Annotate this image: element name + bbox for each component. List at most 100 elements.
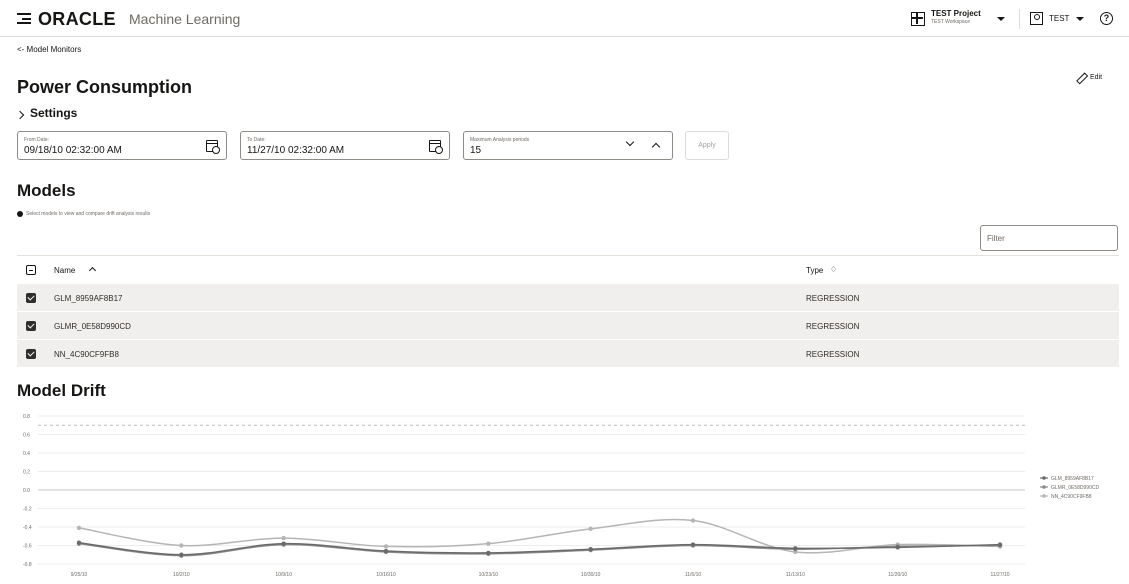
data-point	[793, 546, 798, 551]
data-point	[690, 542, 696, 547]
x-tick-label: 11/6/10	[685, 572, 702, 578]
y-tick-label: -0.8	[23, 562, 32, 568]
edit-button[interactable]: Edit	[1075, 70, 1102, 84]
info-icon	[17, 211, 23, 217]
model-type: REGRESSION	[806, 350, 860, 359]
legend-label: NN_4C90CF9FB8	[1051, 494, 1092, 500]
table-row[interactable]: NN_4C90CF9FB8 REGRESSION	[17, 339, 1119, 367]
workspace-name[interactable]: TEST Workspace	[931, 19, 970, 25]
app-name: Machine Learning	[129, 11, 241, 27]
data-point	[383, 548, 389, 554]
data-point	[997, 542, 1003, 547]
calendar-icon[interactable]	[429, 140, 443, 154]
data-point	[281, 535, 286, 541]
apply-button[interactable]: Apply	[685, 131, 729, 160]
edit-label: Edit	[1090, 73, 1103, 81]
legend-marker	[1042, 476, 1046, 480]
x-tick-label: 11/13/10	[786, 572, 805, 578]
chevron-down-icon[interactable]	[625, 137, 635, 147]
row-checkbox[interactable]	[26, 293, 36, 303]
table-header: Name Type ♢	[17, 255, 1119, 283]
data-point	[179, 543, 184, 548]
models-info: Select models to view and compare drift …	[17, 211, 150, 217]
data-point	[383, 544, 389, 549]
legend-label: GLM_8959AF8B17	[1051, 476, 1094, 482]
project-dropdown-chevron-icon[interactable]	[997, 17, 1005, 21]
data-point	[179, 552, 184, 557]
x-tick-label: 9/25/10	[71, 572, 88, 578]
y-tick-label: -0.2	[23, 507, 32, 513]
models-heading: Models	[17, 181, 76, 200]
legend-marker	[1042, 485, 1046, 489]
y-tick-label: 0.0	[23, 488, 30, 494]
settings-label: Settings	[30, 106, 78, 120]
row-checkbox[interactable]	[26, 321, 36, 331]
column-header-name[interactable]: Name	[54, 266, 75, 275]
max-periods-value[interactable]: 15	[470, 145, 481, 156]
x-tick-label: 10/16/10	[376, 572, 396, 578]
user-name[interactable]: TEST	[1049, 14, 1069, 23]
data-point	[76, 525, 82, 531]
to-date-label: To Date:	[247, 137, 266, 143]
table-row[interactable]: GLMR_0E58D990CD REGRESSION	[17, 311, 1119, 339]
y-tick-label: 0.2	[23, 470, 30, 476]
y-tick-label: -0.4	[23, 525, 32, 531]
max-periods-label: Maximum Analysis periods	[470, 137, 530, 143]
breadcrumb[interactable]: <- Model Monitors	[17, 45, 81, 54]
data-point	[588, 547, 593, 552]
settings-toggle[interactable]: Settings	[15, 106, 78, 120]
from-date-field[interactable]: From Date: 09/18/10 02:32:00 AM	[17, 131, 227, 160]
table-row[interactable]: GLM_8959AF8B17 REGRESSION	[17, 283, 1119, 311]
x-tick-label: 10/23/10	[479, 572, 499, 578]
data-point	[588, 526, 593, 532]
model-type: REGRESSION	[806, 322, 860, 331]
data-point	[486, 550, 491, 556]
model-name: NN_4C90CF9FB8	[54, 350, 119, 359]
page-title: Power Consumption	[17, 77, 192, 97]
x-tick-label: 10/9/10	[275, 572, 292, 578]
model-drift-heading: Model Drift	[17, 381, 106, 400]
model-drift-chart: 0.8 0.6 0.4 0.2 0.0 -0.2 -0.4 -0.6 -0.8 9/25/10 10…	[23, 414, 1099, 578]
y-tick-label: 0.8	[23, 414, 30, 420]
project-grid-icon[interactable]	[911, 12, 925, 26]
to-date-field[interactable]: To Date: 11/27/10 02:32:00 AM	[240, 131, 450, 160]
x-tick-label: 11/27/10	[990, 572, 1009, 578]
model-type: REGRESSION	[806, 294, 860, 303]
model-name: GLMR_0E58D990CD	[54, 322, 131, 331]
legend-label: GLMR_0E58D990CD	[1051, 485, 1099, 491]
header-divider	[1019, 9, 1020, 29]
row-checkbox[interactable]	[26, 349, 36, 359]
data-point	[486, 541, 491, 546]
legend-marker	[1042, 494, 1046, 498]
sort-icon[interactable]: ♢	[830, 265, 837, 274]
pencil-icon	[1075, 72, 1085, 82]
model-name: GLM_8959AF8B17	[54, 294, 123, 303]
x-tick-label: 10/2/10	[173, 572, 190, 578]
data-point	[895, 545, 900, 550]
max-periods-field[interactable]: Maximum Analysis periods 15	[463, 131, 673, 160]
x-tick-label: 11/20/10	[888, 572, 907, 578]
y-tick-label: 0.4	[23, 451, 30, 457]
calendar-icon[interactable]	[206, 140, 220, 154]
user-dropdown-chevron-icon[interactable]	[1076, 17, 1084, 21]
sort-ascending-icon[interactable]	[88, 266, 97, 275]
data-point	[281, 541, 286, 546]
y-tick-label: 0.6	[23, 433, 30, 439]
y-tick-label: -0.6	[23, 544, 32, 550]
models-info-text: Select models to view and compare drift …	[26, 211, 151, 217]
menu-icon[interactable]	[17, 13, 31, 24]
chevron-right-icon	[15, 110, 25, 119]
oracle-logo: ORACLE	[38, 9, 116, 29]
app-header: ORACLE Machine Learning TEST Project TES…	[0, 0, 1129, 37]
data-point	[690, 518, 696, 523]
from-date-value[interactable]: 09/18/10 02:32:00 AM	[24, 145, 122, 156]
help-icon[interactable]: ?	[1100, 12, 1113, 25]
to-date-value[interactable]: 11/27/10 02:32:00 AM	[247, 145, 344, 156]
chevron-up-icon[interactable]	[651, 142, 661, 152]
user-icon[interactable]	[1030, 12, 1043, 25]
select-all-checkbox[interactable]	[26, 265, 36, 275]
column-header-type[interactable]: Type	[806, 266, 823, 275]
data-point	[76, 540, 82, 545]
filter-input[interactable]: Filter	[980, 225, 1118, 251]
project-name[interactable]: TEST Project	[931, 9, 981, 18]
